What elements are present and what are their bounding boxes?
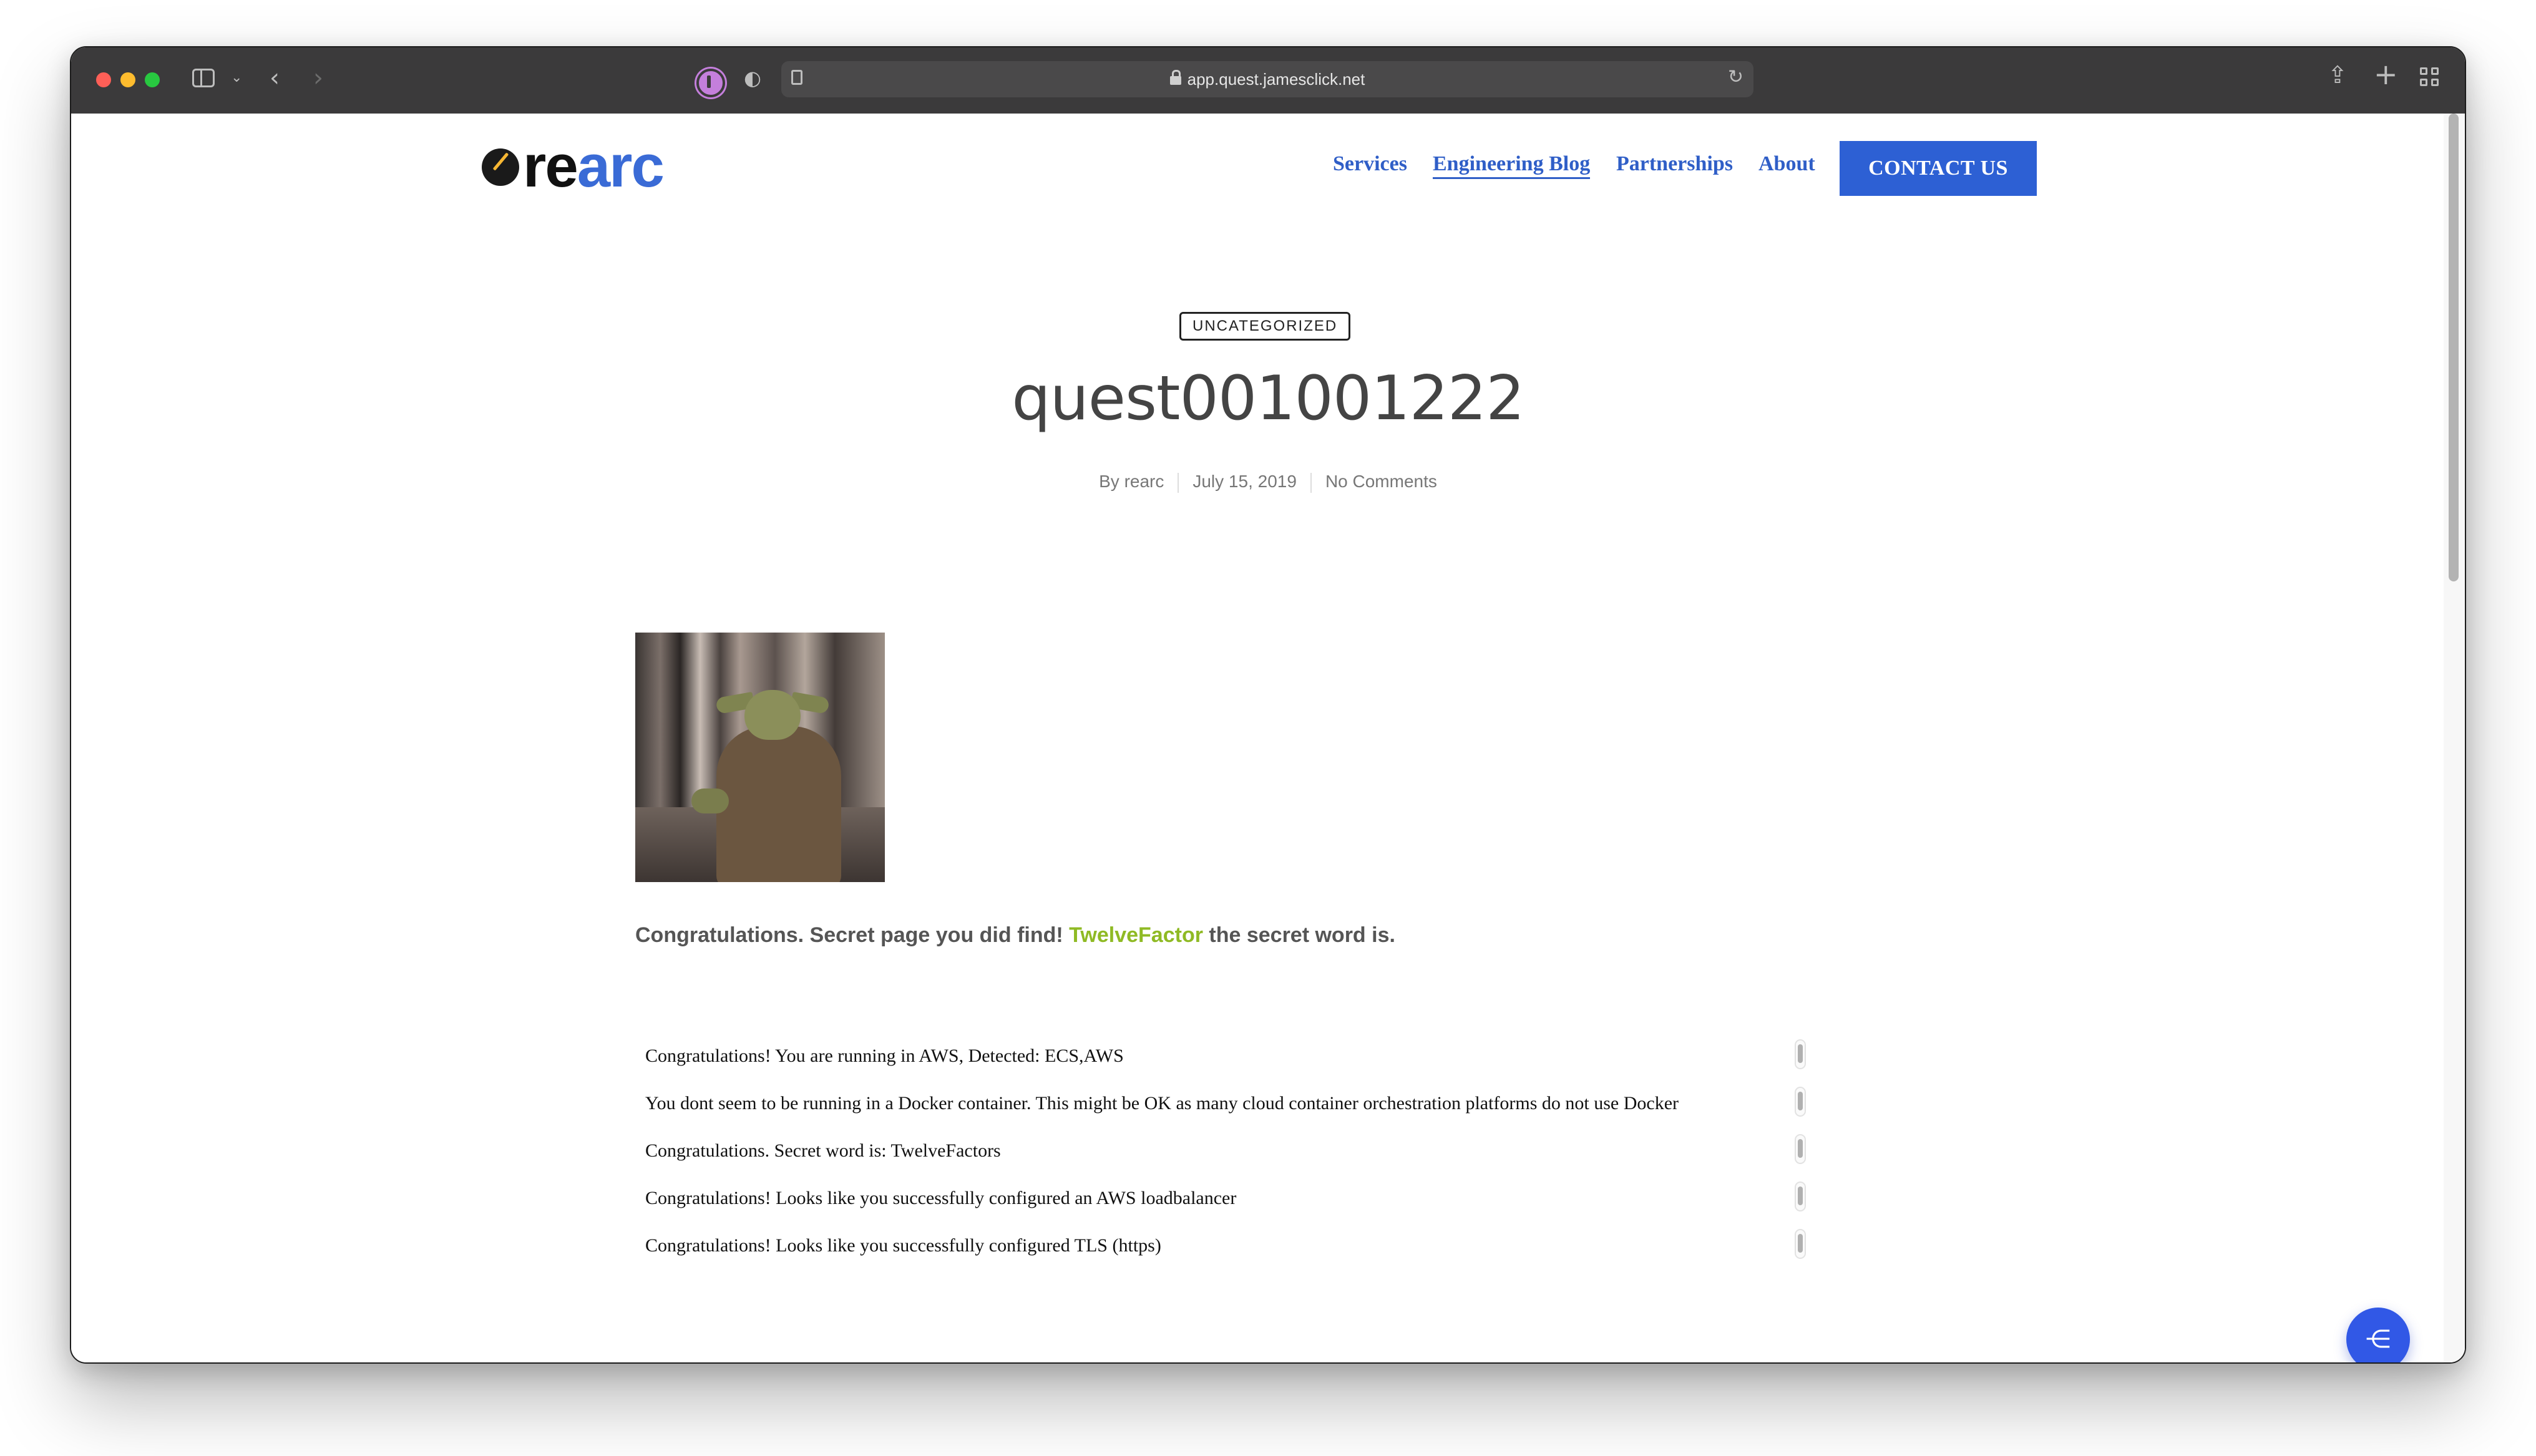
- result-row: Congratulations. Secret word is: TwelveF…: [635, 1132, 1806, 1179]
- logo-wordmark: rearc: [523, 132, 665, 201]
- secret-message: Congratulations. Secret page you did fin…: [635, 923, 1395, 948]
- url-display: app.quest.jamesclick.net: [781, 61, 1753, 97]
- browser-toolbar: ⌄ ‹ › ◐ app.quest.jamesclick.net ↻ ⇪ +: [71, 47, 2465, 115]
- result-row: You dont seem to be running in a Docker …: [635, 1084, 1806, 1132]
- result-scrollbar[interactable]: [1795, 1087, 1806, 1117]
- page-scrollbar[interactable]: [2444, 114, 2465, 1362]
- meta-divider: [1178, 472, 1179, 493]
- result-text: Congratulations. Secret word is: TwelveF…: [645, 1140, 1001, 1161]
- result-text: You dont seem to be running in a Docker …: [645, 1093, 1679, 1114]
- chevron-down-icon[interactable]: ⌄: [231, 70, 242, 85]
- privacy-shield-icon[interactable]: ◐: [744, 66, 761, 90]
- page-scrollbar-thumb[interactable]: [2449, 114, 2459, 581]
- web-page: rearc Services Engineering Blog Partners…: [71, 114, 2465, 1362]
- forward-icon[interactable]: ›: [313, 64, 323, 92]
- meta-divider: [1310, 472, 1312, 493]
- minimize-window-button[interactable]: [120, 72, 135, 87]
- image-figure-head: [744, 690, 801, 740]
- secret-prefix: Congratulations. Secret page you did fin…: [635, 923, 1063, 947]
- result-scrollbar[interactable]: [1795, 1134, 1806, 1164]
- post-author[interactable]: By rearc: [1099, 472, 1164, 491]
- logo-mark-icon: [482, 148, 519, 186]
- post-meta: By rearc July 15, 2019 No Comments: [71, 472, 2465, 493]
- nav-services-link[interactable]: Services: [1333, 152, 1407, 176]
- share-icon[interactable]: ⇪: [2328, 61, 2348, 89]
- secret-suffix: the secret word is.: [1209, 923, 1395, 947]
- quest-results-list: Congratulations! You are running in AWS,…: [635, 1037, 1806, 1274]
- post-date[interactable]: July 15, 2019: [1192, 472, 1297, 491]
- url-text: app.quest.jamesclick.net: [1187, 70, 1365, 89]
- result-row: Congratulations! Looks like you successf…: [635, 1179, 1806, 1226]
- share-nodes-icon: ⋲: [2366, 1325, 2391, 1354]
- new-tab-icon[interactable]: +: [2374, 57, 2398, 91]
- tab-overview-icon[interactable]: [2420, 67, 2440, 87]
- address-bar[interactable]: app.quest.jamesclick.net ↻: [781, 61, 1753, 97]
- image-figure-robe: [716, 726, 841, 882]
- secret-word: TwelveFactor: [1069, 923, 1203, 947]
- back-icon[interactable]: ‹: [270, 64, 280, 92]
- nav-engineering-blog-link[interactable]: Engineering Blog: [1433, 152, 1591, 179]
- result-scrollbar[interactable]: [1795, 1182, 1806, 1211]
- result-row: Congratulations! Looks like you successf…: [635, 1226, 1806, 1274]
- result-text: Congratulations! You are running in AWS,…: [645, 1046, 1124, 1066]
- result-scrollbar[interactable]: [1795, 1039, 1806, 1069]
- close-window-button[interactable]: [96, 72, 111, 87]
- result-text: Congratulations! Looks like you successf…: [645, 1235, 1161, 1256]
- lock-icon: [1169, 70, 1181, 85]
- result-text: Congratulations! Looks like you successf…: [645, 1188, 1237, 1208]
- share-button[interactable]: ⋲: [2346, 1308, 2410, 1362]
- zoom-window-button[interactable]: [145, 72, 160, 87]
- result-scrollbar[interactable]: [1795, 1229, 1806, 1259]
- image-figure-hand: [691, 789, 729, 813]
- nav-about-link[interactable]: About: [1758, 152, 1815, 176]
- sidebar-icon[interactable]: [192, 69, 215, 87]
- reload-icon[interactable]: ↻: [1728, 66, 1744, 88]
- logo-prefix: re: [523, 133, 578, 200]
- logo-suffix: arc: [577, 133, 665, 200]
- password-manager-icon[interactable]: [696, 69, 725, 97]
- yoda-image: [635, 633, 885, 882]
- post-comments-link[interactable]: No Comments: [1325, 472, 1437, 491]
- post-title: quest001001222: [1012, 363, 1524, 434]
- nav-partnerships-link[interactable]: Partnerships: [1616, 152, 1733, 176]
- result-row: Congratulations! You are running in AWS,…: [635, 1037, 1806, 1084]
- category-tag[interactable]: UNCATEGORIZED: [1179, 312, 1351, 341]
- browser-window: ⌄ ‹ › ◐ app.quest.jamesclick.net ↻ ⇪ + r…: [70, 46, 2466, 1364]
- contact-us-button[interactable]: CONTACT US: [1840, 141, 2037, 196]
